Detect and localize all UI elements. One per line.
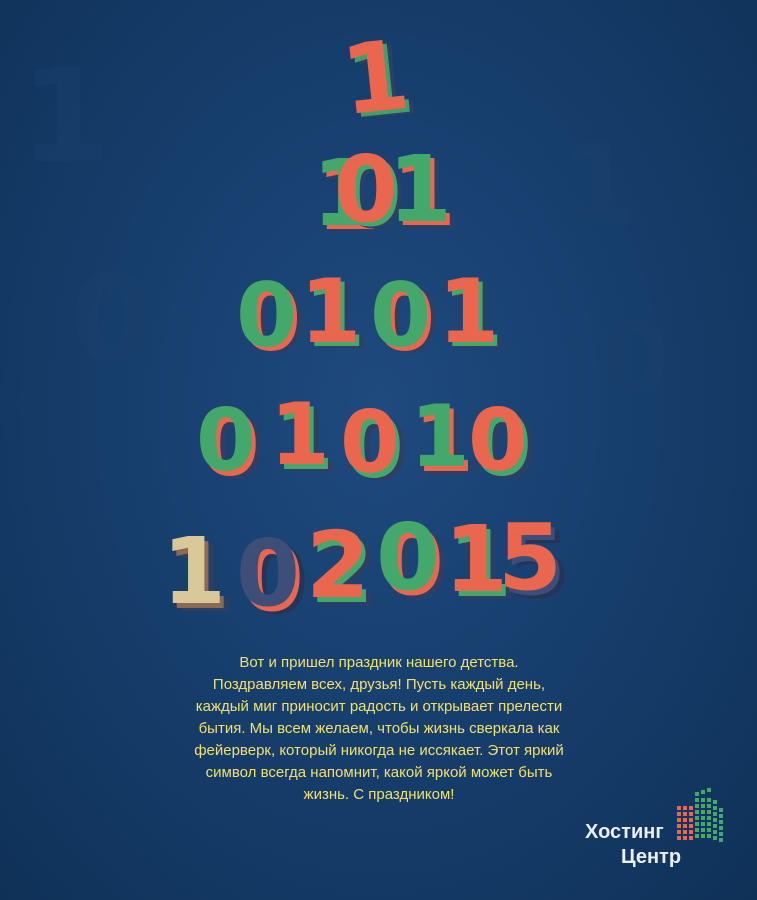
tree-digit: 1 (270, 385, 330, 485)
digit-row-3: 0 1 0 1 (0, 260, 757, 367)
brand-logo: Хостинг Центр (585, 788, 745, 868)
brand-name-line2: Центр (621, 846, 682, 868)
tree-digit: 1 (410, 387, 470, 487)
tree-digit: 1 (388, 136, 453, 243)
message-line: бытия. Мы всем желаем, чтобы жизнь сверк… (198, 720, 560, 737)
tree-digit: 0 (370, 264, 432, 367)
tree-digit: 5 (498, 504, 563, 611)
tree-digit: 0 (468, 391, 528, 491)
message-line: Поздравляем всех, друзья! Пусть каждый д… (212, 676, 546, 693)
greeting-message: Вот и пришел праздник нашего детства. По… (150, 652, 608, 806)
tree-digit: 0 (196, 391, 256, 491)
digit-row-4: 0 1 0 1 0 (0, 385, 757, 491)
message-line: Вот и пришел праздник нашего детства. (239, 654, 519, 671)
tree-digit: 0 (340, 393, 400, 493)
digit-row-5: 1 0 2 0 1 5 (0, 512, 757, 622)
message-line: фейерверк, который никогда не иссякает. … (194, 742, 564, 759)
building-logo-icon (677, 788, 723, 842)
digit-row-1: 1 (0, 19, 757, 137)
tree-digit: 1 (162, 518, 227, 625)
tree-digit: 1 (438, 260, 500, 363)
tree-digit: 0 (376, 504, 441, 611)
tree-digit: 0 (236, 264, 298, 367)
tree-digit: 1 (300, 260, 362, 363)
message-line: жизнь. С праздником! (303, 786, 455, 803)
message-line: символ всегда напомнит, какой яркой може… (205, 764, 553, 781)
tree-digit: 2 (306, 512, 371, 619)
tree-digit: 0 (236, 520, 301, 627)
digit-row-2: 1 0 1 (0, 140, 757, 240)
brand-name-line1: Хостинг (585, 821, 664, 843)
tree-digit: 1 (336, 18, 415, 138)
message-line: каждый миг приносит радость и открывает … (195, 698, 563, 715)
